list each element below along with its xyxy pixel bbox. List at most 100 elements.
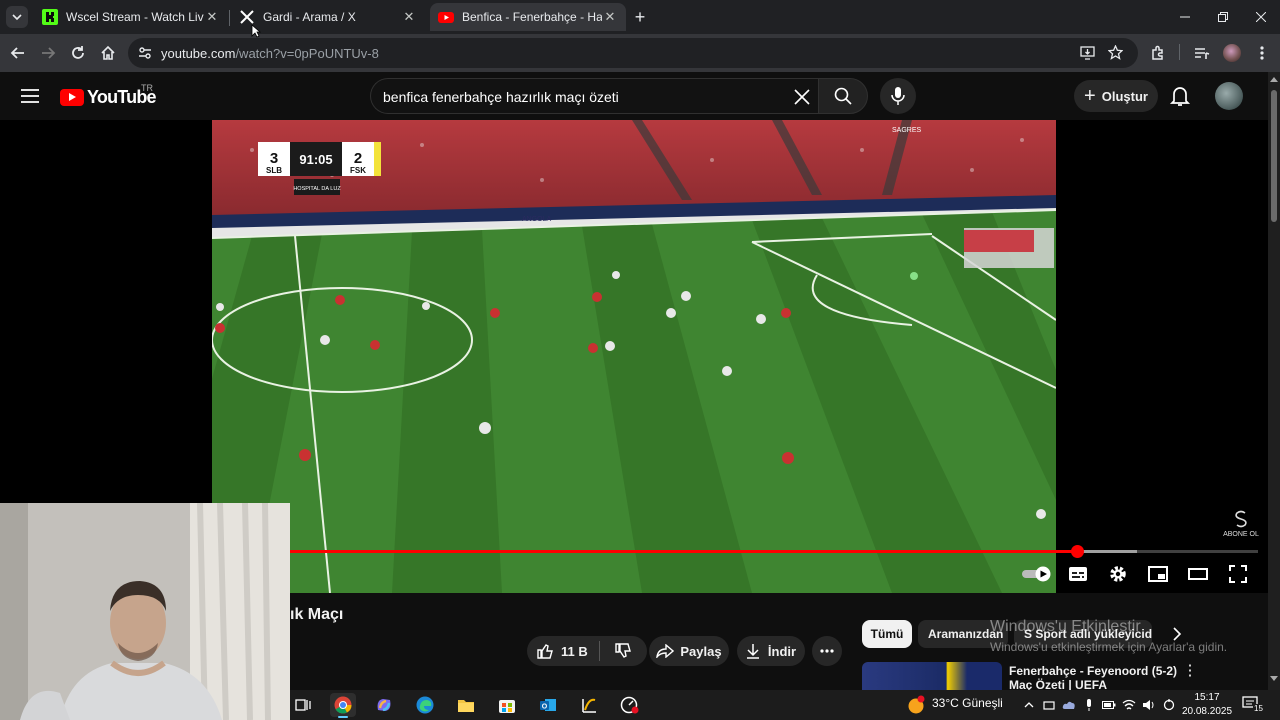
more-vert-icon bbox=[1260, 46, 1264, 60]
arrow-left-icon bbox=[10, 47, 24, 59]
chrome-icon bbox=[334, 696, 352, 714]
create-button[interactable]: + Oluştur bbox=[1074, 80, 1158, 112]
taskbar-app-chart[interactable] bbox=[576, 693, 602, 717]
tab-search-button[interactable] bbox=[6, 6, 28, 28]
taskbar-outlook[interactable]: O bbox=[535, 693, 561, 717]
scrollbar-thumb[interactable] bbox=[1271, 90, 1277, 222]
tray-wifi-icon[interactable] bbox=[1122, 698, 1136, 712]
settings-button[interactable] bbox=[1106, 563, 1130, 585]
plus-icon: + bbox=[1084, 84, 1096, 107]
subscribe-watermark-text: ABONE OL bbox=[1223, 531, 1259, 538]
taskbar-recorder[interactable] bbox=[617, 693, 643, 717]
site-info-icon[interactable] bbox=[138, 46, 152, 60]
copilot-icon bbox=[377, 699, 391, 712]
account-avatar[interactable] bbox=[1215, 82, 1243, 110]
media-control-button[interactable] bbox=[1189, 40, 1215, 66]
subtitles-icon bbox=[1069, 567, 1087, 581]
taskbar-copilot[interactable] bbox=[371, 693, 397, 717]
forward-button[interactable] bbox=[35, 40, 61, 66]
address-bar[interactable]: youtube.com/watch?v=0pPoUNTUv-8 bbox=[128, 38, 1138, 68]
tab-title: Wscel Stream - Watch Live on K bbox=[66, 10, 204, 24]
miniplayer-button[interactable] bbox=[1146, 563, 1170, 585]
home-button[interactable] bbox=[95, 40, 121, 66]
tray-battery-icon[interactable] bbox=[1102, 698, 1116, 712]
video-frame[interactable]: ANGOLA SAGRES 3 SLB 91:05 2 FSK HOSPITAL… bbox=[212, 120, 1056, 593]
theater-mode-button[interactable] bbox=[1186, 563, 1210, 585]
recommendation-menu-icon[interactable]: ⋮ bbox=[1182, 663, 1198, 680]
tray-cloud-icon[interactable] bbox=[1062, 698, 1076, 712]
filter-chip-all[interactable]: Tümü bbox=[862, 620, 912, 648]
recommendation-title[interactable]: Fenerbahçe - Feyenoord (5-2) Maç Özeti |… bbox=[1009, 664, 1179, 690]
scroll-down-arrow-icon[interactable] bbox=[1270, 676, 1278, 681]
clear-search-icon[interactable] bbox=[794, 89, 810, 105]
bookmark-star-icon[interactable] bbox=[1108, 45, 1123, 60]
share-button[interactable]: Paylaş bbox=[649, 636, 729, 666]
like-dislike-group: 11 B bbox=[527, 636, 647, 666]
close-tab-icon[interactable]: ✕ bbox=[602, 9, 618, 25]
chrome-menu-button[interactable] bbox=[1249, 40, 1275, 66]
chevron-right-icon[interactable] bbox=[1172, 627, 1182, 641]
match-clock: 91:05 bbox=[299, 152, 332, 167]
reload-button[interactable] bbox=[65, 40, 91, 66]
taskbar-file-explorer[interactable] bbox=[453, 693, 479, 717]
tab-youtube[interactable]: Benfica - Fenerbahçe - Hazırlık ✕ bbox=[430, 3, 626, 31]
search-icon bbox=[834, 87, 852, 105]
browser-toolbar: youtube.com/watch?v=0pPoUNTUv-8 bbox=[0, 34, 1280, 72]
tray-microphone-icon[interactable] bbox=[1082, 698, 1096, 712]
profile-button[interactable] bbox=[1219, 40, 1245, 66]
download-button[interactable]: İndir bbox=[737, 636, 805, 666]
taskbar-store[interactable] bbox=[494, 693, 520, 717]
install-app-icon[interactable] bbox=[1080, 46, 1095, 60]
autoplay-toggle[interactable] bbox=[1020, 563, 1054, 585]
search-input[interactable] bbox=[383, 87, 783, 107]
profile-avatar bbox=[1223, 44, 1241, 62]
home-score: 3 bbox=[270, 150, 278, 167]
close-tab-icon[interactable]: ✕ bbox=[204, 9, 220, 25]
tray-volume-icon[interactable] bbox=[1142, 698, 1156, 712]
more-horiz-icon bbox=[820, 649, 834, 653]
maximize-button[interactable] bbox=[1204, 0, 1242, 34]
dislike-button[interactable] bbox=[600, 643, 646, 659]
scroll-up-arrow-icon[interactable] bbox=[1270, 77, 1278, 82]
tab-separator bbox=[229, 10, 230, 26]
screen-recorder-icon bbox=[620, 696, 639, 714]
close-tab-icon[interactable]: ✕ bbox=[401, 9, 417, 25]
goalkeeper bbox=[910, 272, 918, 280]
back-button[interactable] bbox=[5, 40, 31, 66]
new-tab-button[interactable]: + bbox=[630, 7, 650, 27]
outlook-icon: O bbox=[540, 699, 556, 711]
tray-sync-icon[interactable] bbox=[1162, 698, 1176, 712]
page-scrollbar[interactable] bbox=[1268, 72, 1280, 690]
youtube-logo[interactable]: YouTube TR bbox=[60, 83, 157, 108]
weather-text[interactable]: 33°C Güneşli bbox=[932, 696, 1003, 710]
guide-menu-button[interactable] bbox=[18, 86, 42, 106]
tab-kick[interactable]: Wscel Stream - Watch Live on K ✕ bbox=[34, 3, 228, 31]
extensions-button[interactable] bbox=[1145, 40, 1171, 66]
search-button[interactable] bbox=[818, 78, 868, 114]
hamburger-menu-icon bbox=[21, 89, 39, 103]
progress-scrubber[interactable] bbox=[1071, 545, 1084, 558]
tray-app-icon[interactable] bbox=[1042, 698, 1056, 712]
task-view-button[interactable] bbox=[290, 693, 316, 717]
fullscreen-button[interactable] bbox=[1226, 563, 1250, 585]
taskbar-edge[interactable] bbox=[412, 693, 438, 717]
notification-center-button[interactable]: 15 bbox=[1242, 696, 1268, 716]
taskbar-clock[interactable]: 15:17 20.08.2025 bbox=[1178, 691, 1236, 719]
tray-overflow-icon[interactable] bbox=[1022, 698, 1036, 712]
subtitles-button[interactable] bbox=[1066, 563, 1090, 585]
minimize-button[interactable] bbox=[1166, 0, 1204, 34]
notifications-bell-icon[interactable] bbox=[1168, 84, 1192, 108]
taskbar-chrome[interactable] bbox=[330, 693, 356, 718]
search-box bbox=[370, 78, 818, 114]
subscribe-watermark[interactable]: ABONE OL bbox=[1222, 510, 1260, 544]
voice-search-button[interactable] bbox=[880, 78, 916, 114]
recommendation-thumbnail[interactable] bbox=[862, 662, 1002, 690]
like-button[interactable]: 11 B bbox=[527, 643, 599, 659]
close-window-button[interactable] bbox=[1242, 0, 1280, 34]
chart-app-icon bbox=[582, 698, 596, 713]
like-count: 11 B bbox=[561, 643, 588, 659]
miniplayer-icon bbox=[1148, 566, 1168, 582]
more-actions-button[interactable] bbox=[812, 636, 842, 666]
reload-icon bbox=[72, 46, 84, 59]
progress-played bbox=[290, 550, 1077, 553]
